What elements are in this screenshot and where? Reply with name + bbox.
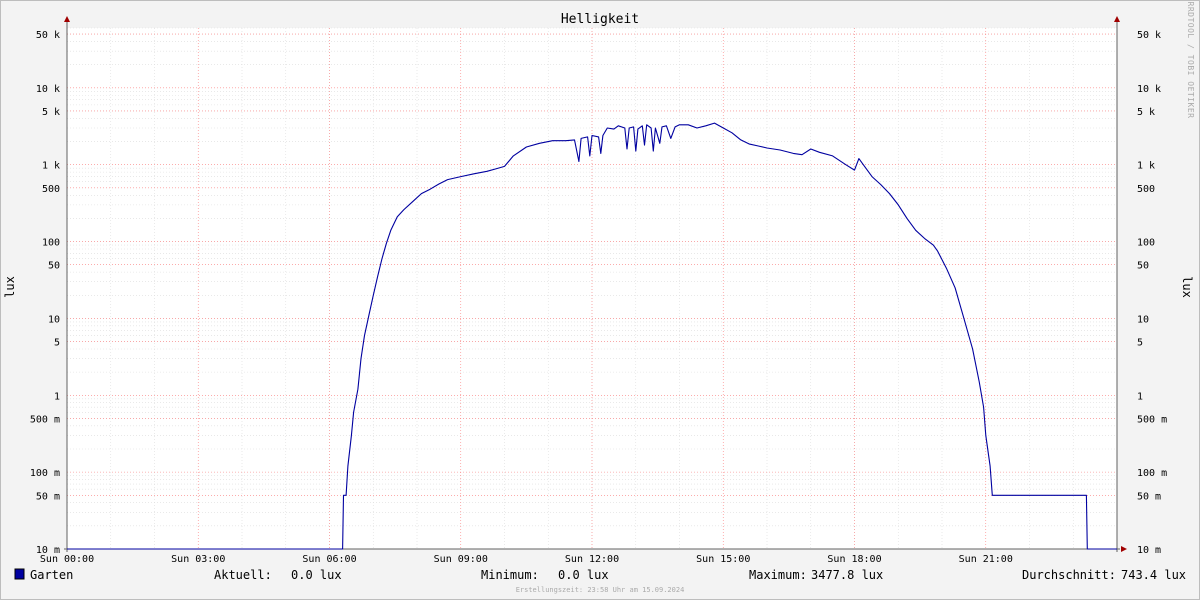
x-tick-label: Sun 18:00 — [827, 554, 881, 565]
y-tick-label-left: 50 k — [36, 30, 60, 41]
y-tick-label-right: 5 k — [1137, 107, 1155, 118]
y-tick-label-left: 5 k — [42, 107, 60, 118]
y-tick-label-right: 1 k — [1137, 161, 1155, 172]
footer-timestamp: Erstellungszeit: 23:58 Uhr am 15.09.2024 — [516, 586, 685, 594]
y-axis-arrow-left — [64, 16, 70, 22]
x-tick-label: Sun 09:00 — [434, 554, 488, 565]
y-tick-label-left: 10 — [48, 314, 60, 325]
x-tick-label: Sun 21:00 — [959, 554, 1013, 565]
y-tick-label-left: 100 — [42, 238, 60, 249]
y-tick-label-right: 50 m — [1137, 491, 1161, 502]
y-tick-label-right: 10 — [1137, 314, 1149, 325]
y-tick-label-right: 1 — [1137, 391, 1143, 402]
x-tick-labels: Sun 00:00 Sun 03:00 Sun 06:00 Sun 09:00 Sun … — [40, 554, 1013, 565]
y-tick-label-left: 5 — [54, 338, 60, 349]
y-tick-label-right: 10 k — [1137, 84, 1161, 95]
y-tick-label-right: 100 m — [1137, 468, 1167, 479]
legend-max-value: 3477.8 lux — [811, 568, 883, 582]
legend-avg-label: Durchschnitt: — [1022, 568, 1116, 582]
y-tick-label-left: 10 k — [36, 84, 60, 95]
y-axis-arrow-right — [1114, 16, 1120, 22]
legend-min-label: Minimum: — [481, 568, 539, 582]
y-tick-label-right: 5 — [1137, 338, 1143, 349]
x-tick-label: Sun 00:00 — [40, 554, 94, 565]
y-tick-label-left: 50 — [48, 261, 60, 272]
y-axis-label-left: lux — [3, 276, 17, 298]
x-tick-label: Sun 03:00 — [171, 554, 225, 565]
legend-swatch — [14, 568, 25, 580]
x-axis-arrow — [1121, 546, 1127, 552]
x-tick-label: Sun 06:00 — [302, 554, 356, 565]
chart-title: Helligkeit — [561, 12, 639, 27]
x-tick-label: Sun 15:00 — [696, 554, 750, 565]
y-tick-label-right: 500 m — [1137, 414, 1167, 425]
chart-svg: 50 k 10 k 5 k 1 k 500 100 50 10 5 1 500 m 100 m 50 m… — [3, 2, 1195, 594]
y-tick-labels-left: 50 k 10 k 5 k 1 k 500 100 50 10 5 1 500 m 100 m 50 m… — [30, 30, 60, 556]
y-tick-label-right: 100 — [1137, 238, 1155, 249]
y-axis-label-right: lux — [1180, 276, 1194, 298]
y-tick-label-left: 1 — [54, 391, 60, 402]
y-tick-label-left: 1 k — [42, 161, 60, 172]
legend-series-name: Garten — [30, 568, 73, 582]
y-tick-label-right: 500 — [1137, 184, 1155, 195]
x-tick-label: Sun 12:00 — [565, 554, 619, 565]
y-tick-label-right: 10 m — [1137, 545, 1161, 556]
y-tick-label-left: 100 m — [30, 468, 60, 479]
legend-current-value: 0.0 lux — [291, 568, 342, 582]
y-tick-label-left: 500 — [42, 184, 60, 195]
watermark: RRDTOOL / TOBI OETIKER — [1186, 2, 1195, 119]
legend-current-label: Aktuell: — [214, 568, 272, 582]
y-tick-label-left: 500 m — [30, 414, 60, 425]
legend-avg-value: 743.4 lux — [1121, 568, 1186, 582]
y-tick-label-right: 50 — [1137, 261, 1149, 272]
legend-max-label: Maximum: — [749, 568, 807, 582]
y-tick-label-right: 50 k — [1137, 30, 1161, 41]
y-tick-label-left: 50 m — [36, 491, 60, 502]
y-tick-labels-right: 50 k 10 k 5 k 1 k 500 100 50 10 5 1 500 m 100 m 50 m… — [1137, 30, 1167, 556]
legend-min-value: 0.0 lux — [558, 568, 609, 582]
